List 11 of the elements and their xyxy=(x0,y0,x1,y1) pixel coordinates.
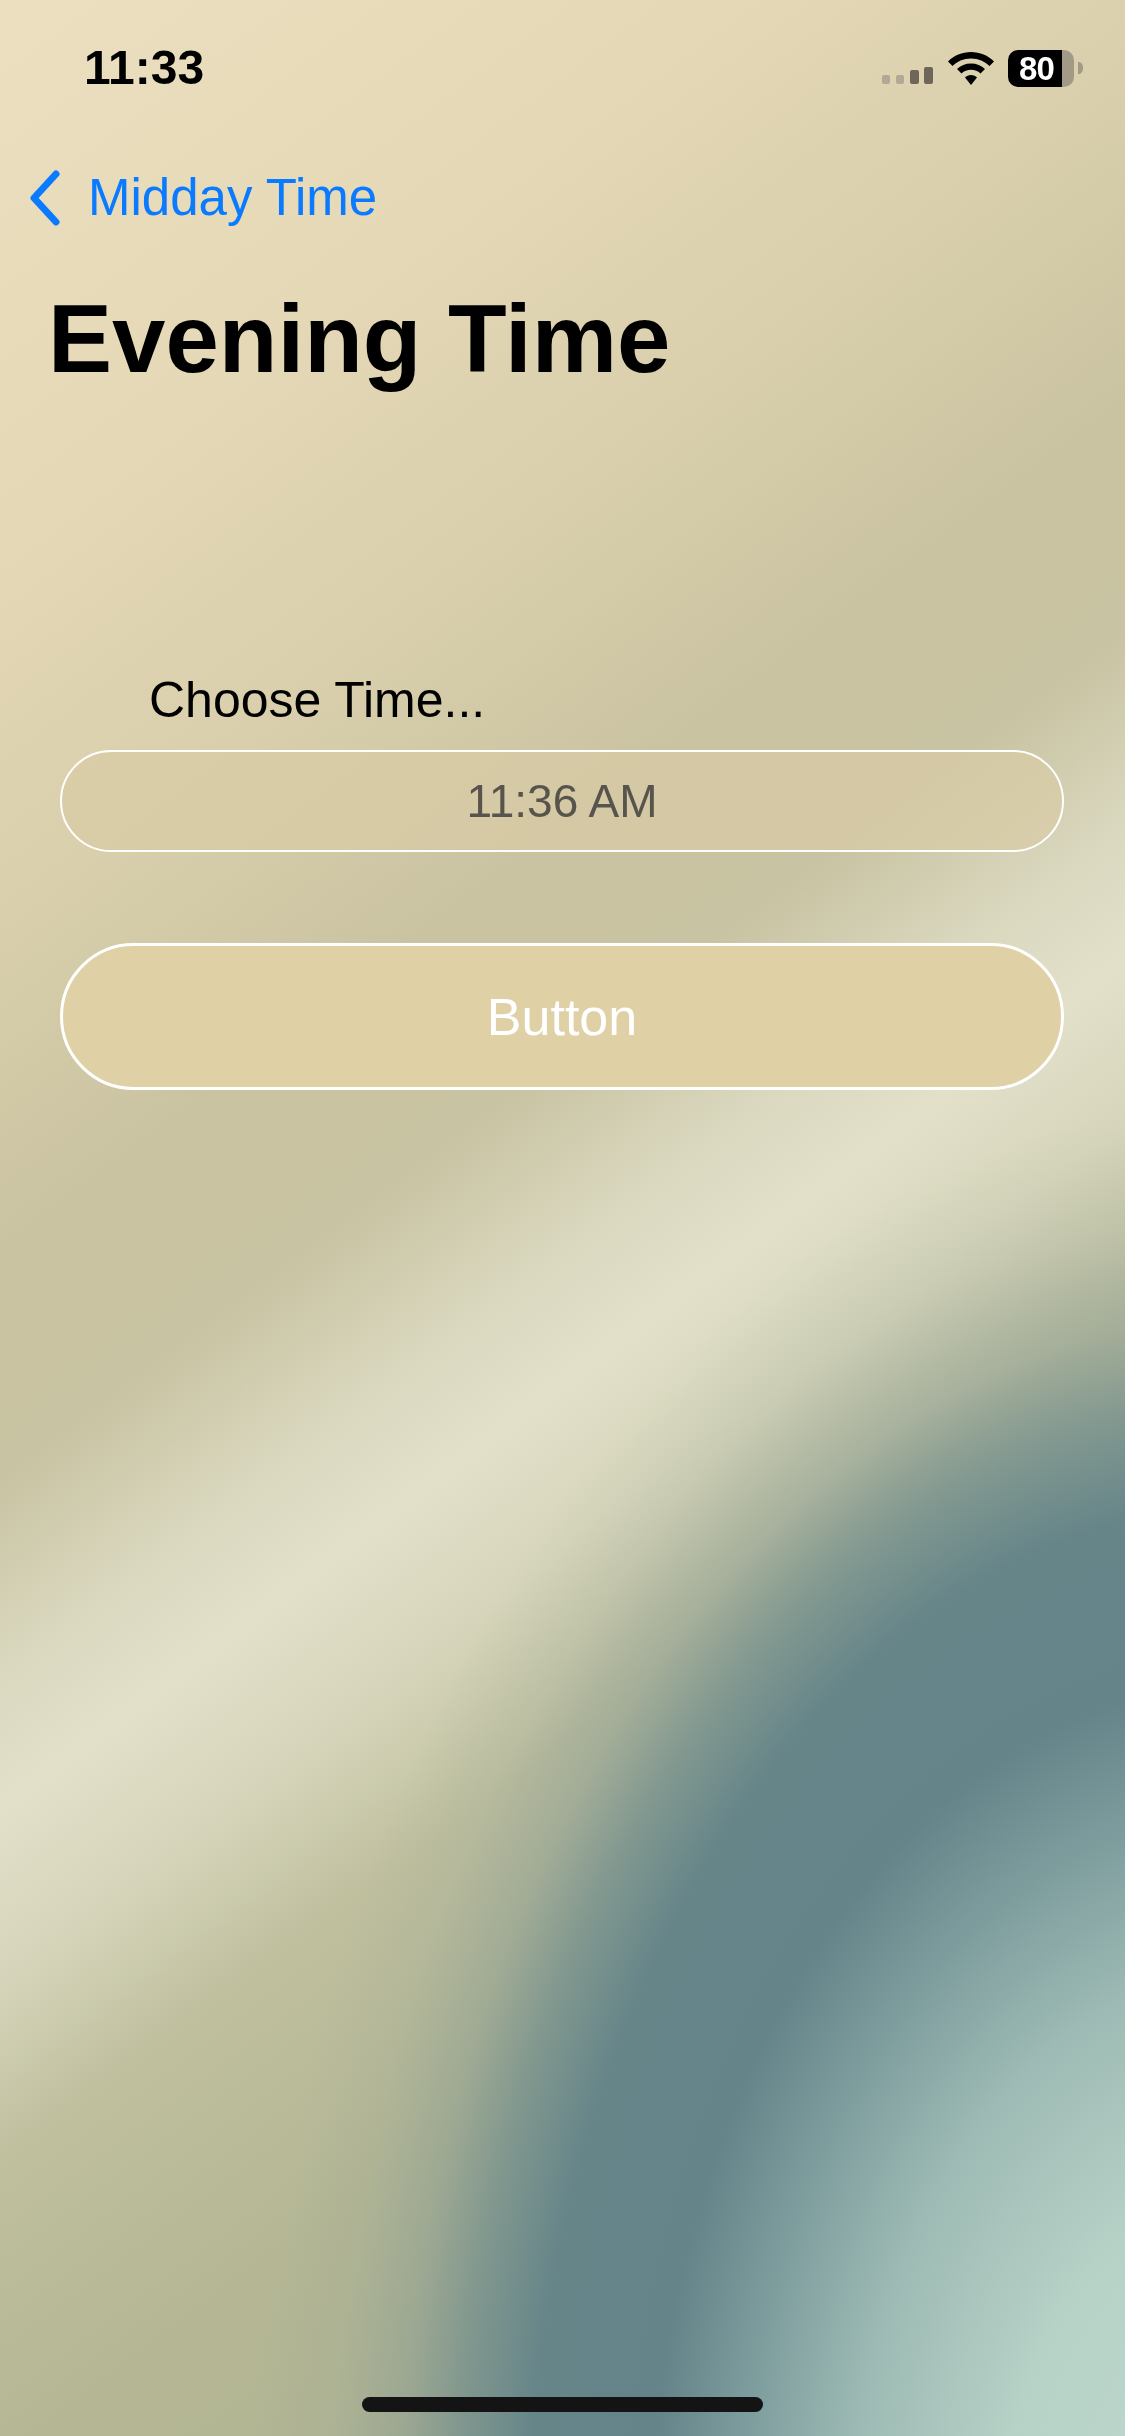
battery-indicator: 80 xyxy=(1008,49,1074,87)
wifi-icon xyxy=(948,51,994,85)
primary-button[interactable]: Button xyxy=(60,943,1064,1091)
time-label: Choose Time... xyxy=(149,671,486,731)
signal-icon xyxy=(882,66,933,84)
page-title: Evening Time xyxy=(48,284,671,394)
back-button[interactable]: Midday Time xyxy=(28,167,378,229)
time-field[interactable]: 11:36 AM xyxy=(60,750,1064,853)
status-time: 11:33 xyxy=(84,40,205,97)
battery-cap-icon xyxy=(1078,62,1083,74)
chevron-left-icon xyxy=(28,170,60,226)
